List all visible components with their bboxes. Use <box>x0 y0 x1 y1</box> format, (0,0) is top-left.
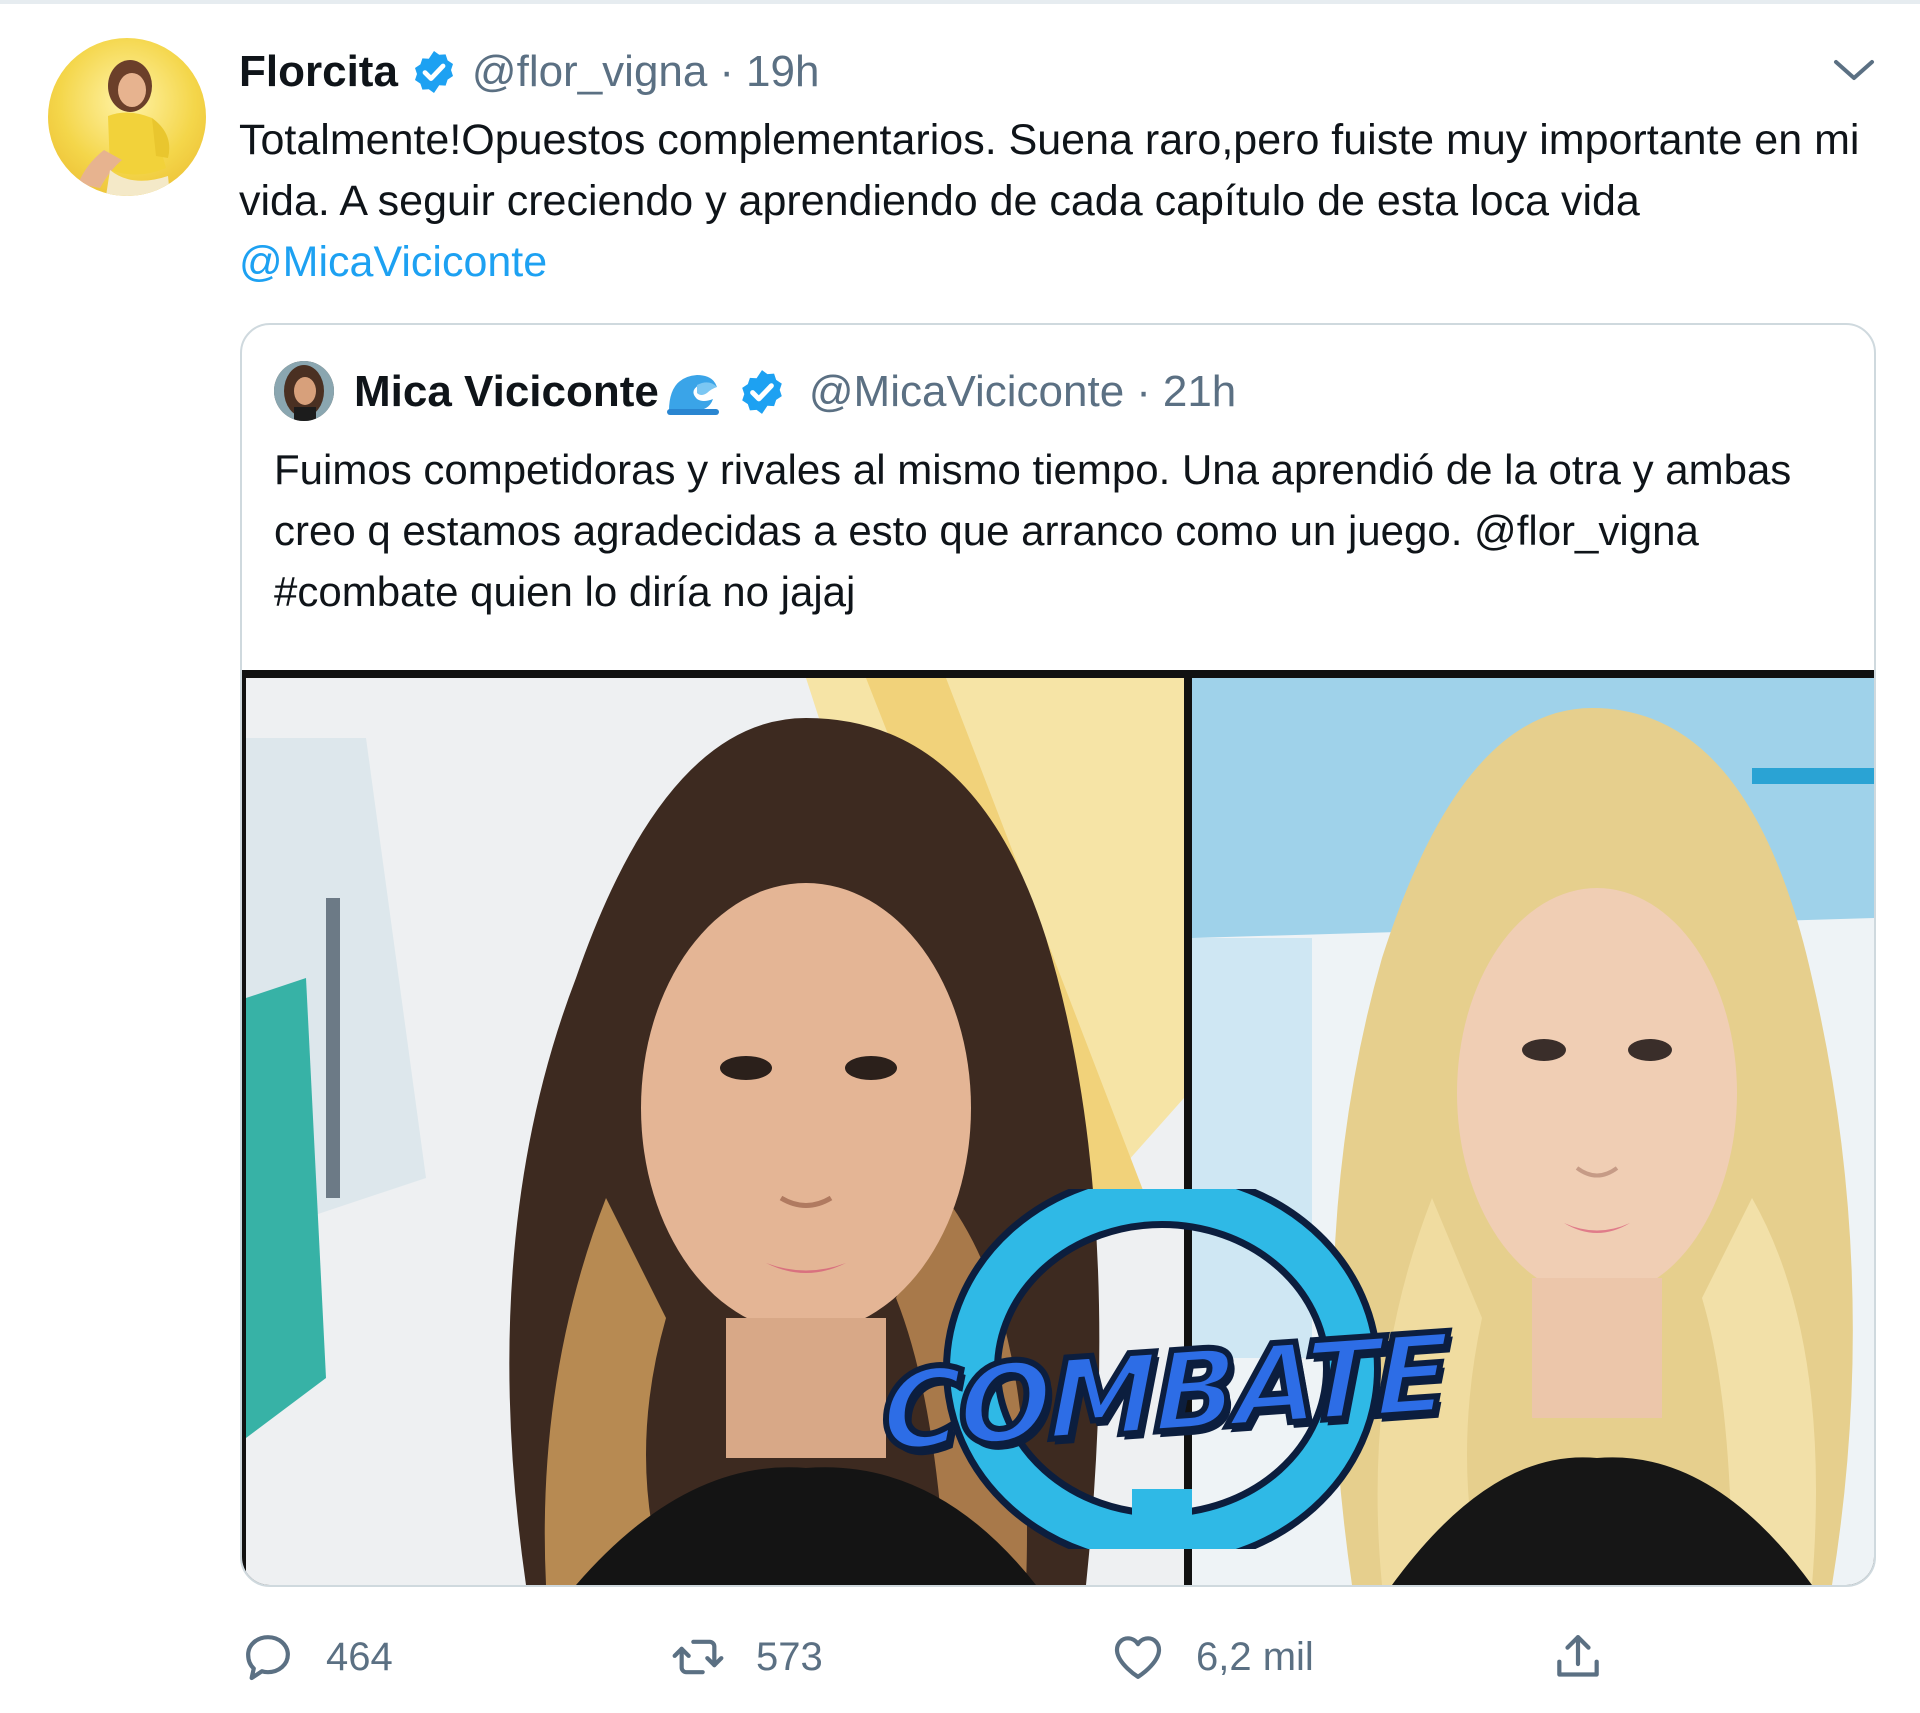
quoted-tweet-text: Fuimos competidoras y rivales al mismo t… <box>274 446 1792 615</box>
quoted-header-separator: · <box>1136 367 1151 416</box>
quoted-tweet-media[interactable]: COMBATE <box>242 670 1874 1585</box>
top-divider <box>0 0 1920 4</box>
quoted-author-avatar[interactable] <box>274 361 334 421</box>
water-wave-icon <box>663 367 723 417</box>
combate-logo: COMBATE <box>879 1189 1449 1549</box>
like-button[interactable]: 6,2 mil <box>1110 1625 1314 1689</box>
author-avatar[interactable] <box>48 38 206 196</box>
share-button[interactable] <box>1550 1625 1636 1689</box>
header-separator: · <box>719 47 735 96</box>
tweet-header: Florcita @flor_vigna · 19h <box>239 44 819 100</box>
quoted-display-name[interactable]: Mica Viciconte <box>354 367 659 417</box>
verified-badge-icon <box>410 48 458 96</box>
author-handle[interactable]: @flor_vigna <box>472 47 707 97</box>
tweet-timestamp[interactable]: 19h <box>746 47 819 97</box>
retweet-icon <box>670 1629 726 1685</box>
chevron-down-icon[interactable] <box>1828 48 1880 92</box>
like-count: 6,2 mil <box>1196 1634 1314 1679</box>
heart-icon <box>1110 1629 1166 1685</box>
tweet-body-text: Totalmente!Opuestos complementarios. Sue… <box>239 116 1860 225</box>
tweet-text: Totalmente!Opuestos complementarios. Sue… <box>239 110 1879 293</box>
retweet-count: 573 <box>756 1634 823 1679</box>
tweet-mention-link[interactable]: @MicaViciconte <box>239 238 547 286</box>
author-display-name[interactable]: Florcita <box>239 47 398 97</box>
share-icon <box>1550 1629 1606 1685</box>
quoted-tweet-card[interactable]: Mica Viciconte @MicaViciconte · 21h Fuim… <box>240 323 1876 1587</box>
quoted-handle[interactable]: @MicaViciconte <box>809 367 1124 417</box>
verified-badge-icon <box>737 367 787 417</box>
reply-count: 464 <box>326 1634 393 1679</box>
retweet-button[interactable]: 573 <box>670 1625 823 1689</box>
quoted-tweet-header: Mica Viciconte @MicaViciconte · 21h <box>354 361 1236 423</box>
reply-icon <box>240 1629 296 1685</box>
reply-button[interactable]: 464 <box>240 1625 393 1689</box>
tweet-actions-bar: 464 573 6,2 mil <box>240 1625 1900 1689</box>
quoted-timestamp[interactable]: 21h <box>1163 367 1236 417</box>
